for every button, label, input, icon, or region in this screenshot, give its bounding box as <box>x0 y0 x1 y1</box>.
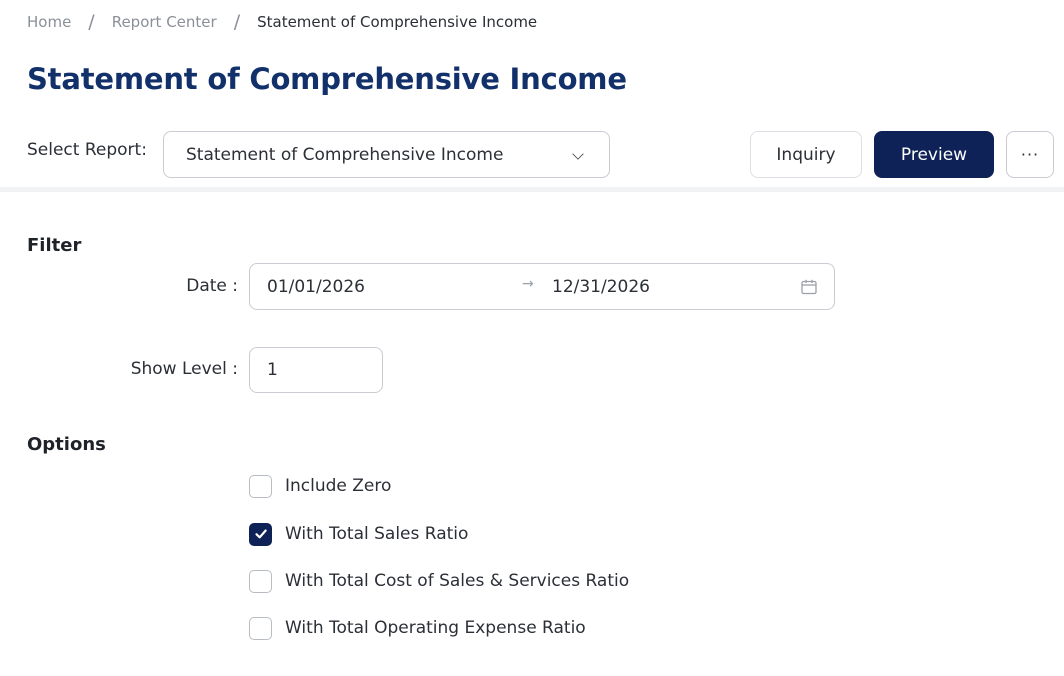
option-label: With Total Sales Ratio <box>285 524 469 544</box>
checkbox-total-operating-expense-ratio[interactable] <box>249 616 272 640</box>
option-label: Include Zero <box>285 476 392 496</box>
checkbox-total-sales-ratio[interactable] <box>249 522 272 546</box>
option-total-operating-expense-ratio[interactable]: With Total Operating Expense Ratio <box>249 616 586 640</box>
report-toolbar: Select Report: Statement of Comprehensiv… <box>0 128 1064 184</box>
report-select-value: Statement of Comprehensive Income <box>186 144 504 165</box>
section-divider <box>0 187 1064 192</box>
date-label: Date : <box>186 276 238 296</box>
breadcrumb-separator: / <box>88 11 95 33</box>
breadcrumb-home[interactable]: Home <box>27 13 71 31</box>
checkbox-include-zero[interactable] <box>249 474 272 498</box>
option-label: With Total Operating Expense Ratio <box>285 618 586 638</box>
option-total-sales-ratio[interactable]: With Total Sales Ratio <box>249 522 468 546</box>
option-total-cost-of-sales-ratio[interactable]: With Total Cost of Sales & Services Rati… <box>249 569 629 593</box>
breadcrumb-report-center[interactable]: Report Center <box>112 13 217 31</box>
date-end-input[interactable] <box>552 264 782 309</box>
report-select-dropdown[interactable]: Statement of Comprehensive Income <box>163 131 610 178</box>
option-label: With Total Cost of Sales & Services Rati… <box>285 571 630 591</box>
arrow-right-icon: → <box>522 276 534 292</box>
chevron-down-icon <box>572 148 584 160</box>
filter-heading: Filter <box>27 235 82 256</box>
option-include-zero[interactable]: Include Zero <box>249 474 391 498</box>
options-heading: Options <box>27 434 106 455</box>
more-options-button[interactable]: ··· <box>1006 131 1054 178</box>
breadcrumb-current: Statement of Comprehensive Income <box>257 13 538 31</box>
calendar-icon[interactable] <box>800 278 818 296</box>
show-level-label: Show Level : <box>130 359 238 379</box>
date-start-input[interactable] <box>267 264 497 309</box>
select-report-label: Select Report: <box>27 140 147 160</box>
breadcrumb-separator: / <box>233 11 241 33</box>
inquiry-button[interactable]: Inquiry <box>750 131 862 178</box>
more-icon: ··· <box>1020 145 1040 164</box>
checkmark-icon <box>254 529 267 539</box>
show-level-input[interactable] <box>249 347 383 393</box>
breadcrumb: Home / Report Center / Statement of Comp… <box>27 11 538 33</box>
checkbox-total-cost-of-sales-ratio[interactable] <box>249 569 272 593</box>
date-range-picker[interactable]: → <box>249 263 835 310</box>
preview-button[interactable]: Preview <box>874 131 994 178</box>
page-title: Statement of Comprehensive Income <box>27 62 627 96</box>
